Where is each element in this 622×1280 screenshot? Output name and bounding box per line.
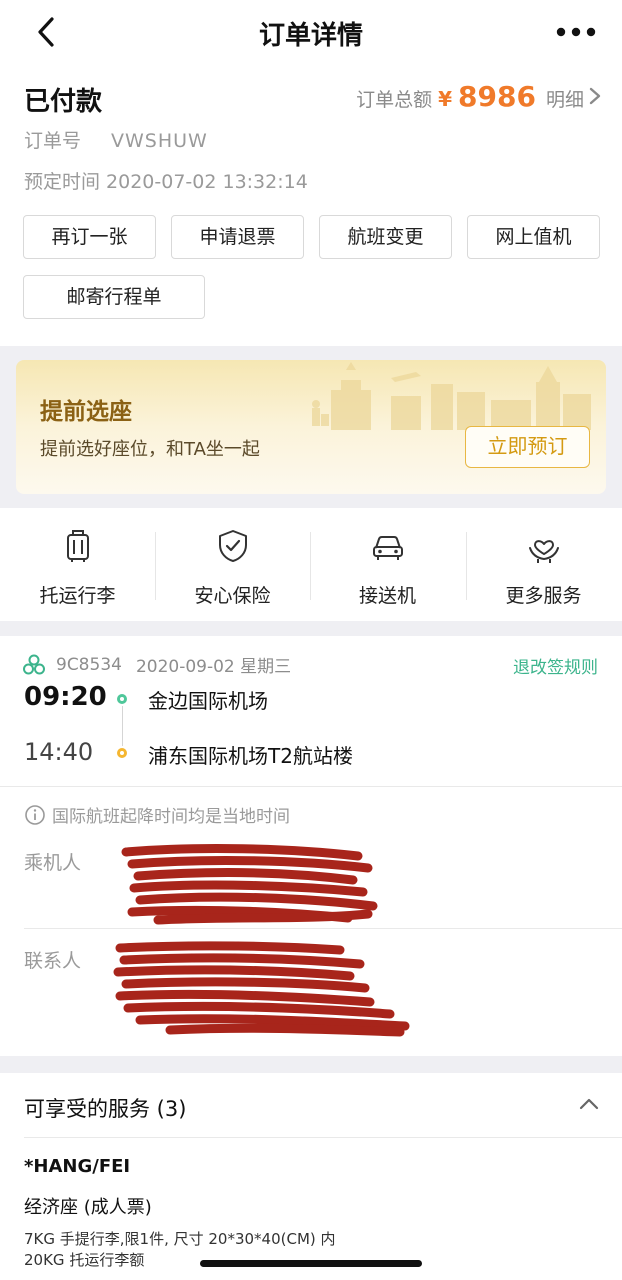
city-skyline-illustration xyxy=(312,362,591,430)
page-title: 订单详情 xyxy=(258,21,363,51)
detail-link[interactable]: 明细 xyxy=(546,85,584,112)
service-more[interactable]: 更多服务 xyxy=(466,508,621,621)
departure-dot xyxy=(117,694,127,704)
service-label: 托运行李 xyxy=(39,585,116,607)
section-gap xyxy=(0,621,622,636)
mail-itinerary-button[interactable]: 邮寄行程单 xyxy=(23,275,205,319)
section-gap xyxy=(0,1056,622,1073)
flight-header: 9C8534 2020-09-02 星期三 xyxy=(22,652,291,677)
service-label: 更多服务 xyxy=(505,585,582,607)
seat-selection-banner[interactable]: 提前选座 提前选好座位，和TA坐一起 立即预订 xyxy=(16,360,606,494)
departure-airport: 金边国际机场 xyxy=(148,689,268,713)
home-indicator xyxy=(200,1260,422,1267)
change-rules-link[interactable]: 退改签规则 xyxy=(513,653,598,678)
flight-number: 9C8534 xyxy=(56,654,122,675)
arrival-time: 14:40 xyxy=(24,738,94,766)
total-label: 订单总额 xyxy=(356,89,433,111)
order-status: 已付款 xyxy=(24,87,103,117)
service-label: 安心保险 xyxy=(194,585,271,607)
booking-time-row: 预定时间 2020-07-02 13:32:14 xyxy=(24,167,308,194)
divider xyxy=(24,1137,622,1138)
cabin-class: 经济座 (成人票) xyxy=(24,1197,152,1218)
service-label: 接送机 xyxy=(358,585,416,607)
service-insurance[interactable]: 安心保险 xyxy=(155,508,310,621)
contact-label: 联系人 xyxy=(24,950,82,972)
total-amount: 8986 xyxy=(458,80,536,113)
included-services-title: 可享受的服务 (3) xyxy=(24,1097,187,1121)
service-luggage[interactable]: 托运行李 xyxy=(0,508,155,621)
chevron-right-icon xyxy=(589,87,601,105)
service-bar: 托运行李 安心保险 接送机 更多服务 xyxy=(0,508,622,621)
checked-baggage-allowance: 20KG 托运行李额 xyxy=(24,1251,145,1269)
order-number: VWSHUW xyxy=(111,130,208,152)
order-summary: 已付款 订单总额 ¥ 8986 明细 订单号 VWSHUW 预定时间 2020-07… xyxy=(0,66,622,346)
fare-code: *HANG/FEI xyxy=(24,1156,131,1177)
arrival-dot xyxy=(117,748,127,758)
car-icon xyxy=(373,536,403,560)
booking-time: 2020-07-02 13:32:14 xyxy=(106,171,308,193)
included-services: 可享受的服务 (3) *HANG/FEI 经济座 (成人票) 7KG 手提行李,… xyxy=(0,1073,622,1280)
online-checkin-button[interactable]: 网上值机 xyxy=(467,215,600,259)
flight-date: 2020-09-02 星期三 xyxy=(135,657,292,677)
airline-logo-icon xyxy=(23,654,45,674)
local-time-notice: 国际航班起降时间均是当地时间 xyxy=(24,802,290,827)
order-total[interactable]: 订单总额 ¥ 8986 明细 xyxy=(356,80,602,113)
shield-check-icon xyxy=(219,530,247,562)
seat-promo-subtitle: 提前选好座位，和TA坐一起 xyxy=(40,439,260,460)
refund-button[interactable]: 申请退票 xyxy=(171,215,304,259)
info-icon xyxy=(25,804,45,825)
notice-text: 国际航班起降时间均是当地时间 xyxy=(52,807,290,827)
book-seat-button[interactable]: 立即预订 xyxy=(465,426,590,468)
heart-hands-icon xyxy=(529,540,559,563)
divider xyxy=(0,786,622,787)
chevron-up-icon[interactable] xyxy=(578,1097,600,1111)
service-transfer[interactable]: 接送机 xyxy=(310,508,465,621)
luggage-icon xyxy=(67,530,89,562)
redaction-scribble xyxy=(121,844,378,925)
nav-bar: 订单详情 xyxy=(0,0,622,66)
rebook-button[interactable]: 再订一张 xyxy=(23,215,156,259)
passenger-label: 乘机人 xyxy=(24,852,82,874)
change-flight-button[interactable]: 航班变更 xyxy=(319,215,452,259)
departure-time: 09:20 xyxy=(24,682,107,712)
booking-time-label: 预定时间 xyxy=(24,171,101,193)
redaction-scribble xyxy=(113,941,410,1037)
route-line xyxy=(121,706,123,746)
currency-symbol: ¥ xyxy=(438,87,453,111)
divider xyxy=(24,928,622,929)
order-number-label: 订单号 xyxy=(24,130,82,152)
carry-on-allowance: 7KG 手提行李,限1件, 尺寸 20*30*40(CM) 内 xyxy=(24,1230,336,1248)
arrival-airport: 浦东国际机场T2航站楼 xyxy=(148,744,353,768)
more-horizontal-icon[interactable] xyxy=(556,22,596,42)
flight-info: 9C8534 2020-09-02 星期三 退改签规则 09:20 金边国际机场… xyxy=(0,636,622,1056)
seat-promo-title: 提前选座 xyxy=(40,399,132,425)
order-number-row: 订单号 VWSHUW xyxy=(24,126,208,153)
